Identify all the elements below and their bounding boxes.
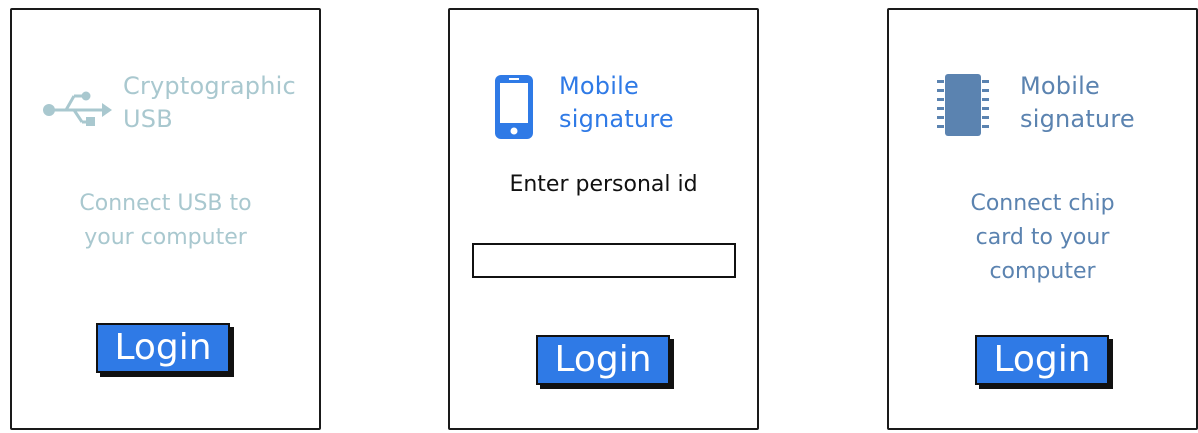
card-title: Mobile signature: [559, 70, 674, 136]
description-line: Connect chip: [970, 191, 1115, 216]
card-title-line: signature: [559, 105, 674, 133]
description-line: Connect USB to: [79, 191, 252, 216]
usb-login-button[interactable]: Login: [96, 323, 230, 373]
mobile-login-card: Mobile signature Enter personal id Login: [448, 8, 759, 430]
chip-card-login-card: Mobile signature Connect chip card to yo…: [887, 8, 1198, 430]
usb-icon: [40, 90, 112, 134]
description-line: computer: [989, 259, 1096, 284]
card-description: Connect USB to your computer: [12, 187, 319, 255]
chip-icon: [933, 72, 993, 142]
card-title-line: Cryptographic: [123, 72, 296, 100]
usb-login-card: Cryptographic USB Connect USB to your co…: [10, 8, 321, 430]
chip-login-button[interactable]: Login: [975, 335, 1109, 385]
card-title-line: signature: [1020, 105, 1135, 133]
description-line: card to your: [975, 225, 1110, 250]
mobile-login-button[interactable]: Login: [536, 335, 670, 385]
card-title-line: Mobile: [1020, 72, 1100, 100]
card-title-line: Mobile: [559, 72, 639, 100]
mobile-phone-icon: [494, 74, 534, 144]
card-title-line: USB: [123, 105, 173, 133]
personal-id-label: Enter personal id: [509, 172, 698, 197]
card-title: Mobile signature: [1020, 70, 1135, 136]
card-description: Connect chip card to your computer: [889, 187, 1196, 289]
description-line: your computer: [84, 225, 247, 250]
card-title: Cryptographic USB: [123, 70, 296, 136]
personal-id-input[interactable]: [472, 243, 736, 278]
